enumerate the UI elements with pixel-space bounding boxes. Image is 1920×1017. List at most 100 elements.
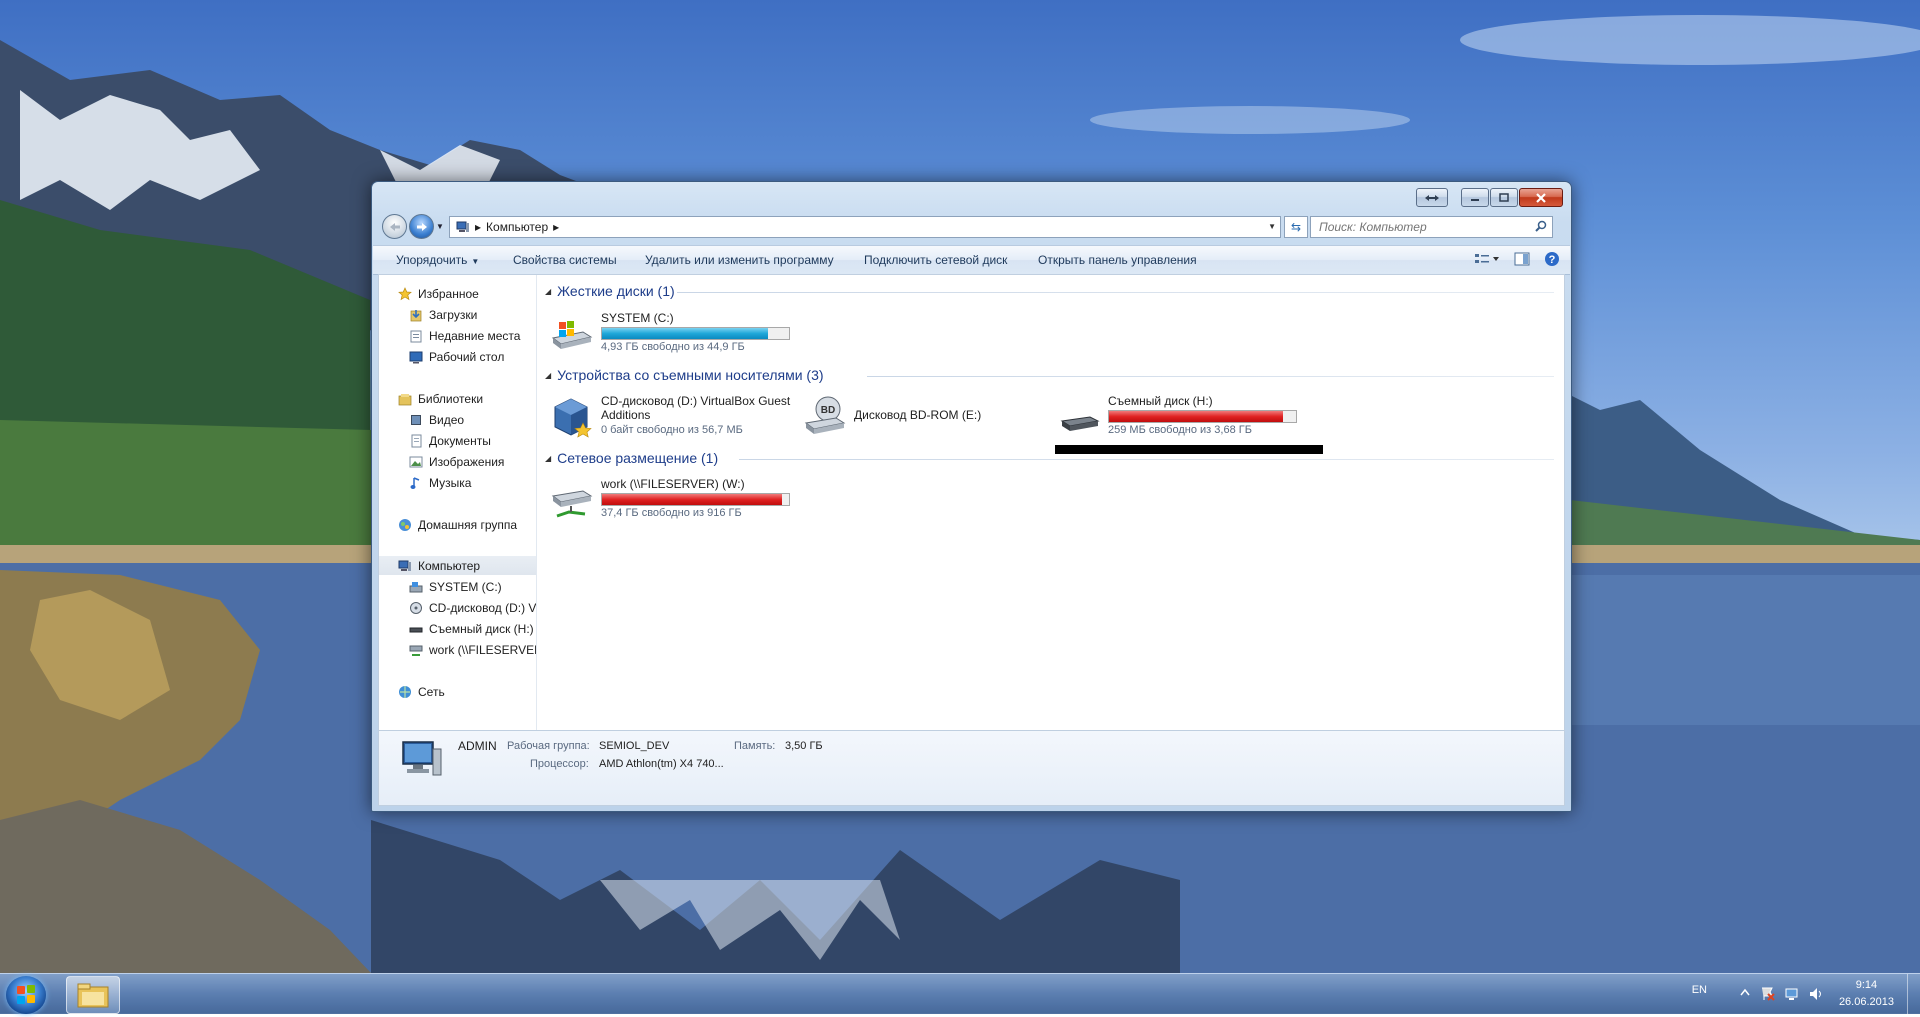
volume-icon[interactable] <box>1808 986 1824 1002</box>
breadcrumb-computer[interactable]: Компьютер <box>486 220 548 234</box>
organize-button[interactable]: Упорядочить ▼ <box>396 253 479 267</box>
nav-homegroup[interactable]: Домашняя группа <box>397 515 517 534</box>
minimize-button[interactable] <box>1461 188 1489 207</box>
close-icon <box>1536 192 1546 203</box>
address-row: ▼ ▸ Компьютер ▸ ▼ ⇆ <box>380 214 1563 240</box>
nav-pictures-label: Изображения <box>429 454 505 469</box>
show-desktop-button[interactable] <box>1907 974 1920 1014</box>
preview-pane-icon <box>1514 252 1530 266</box>
map-network-drive-button[interactable]: Подключить сетевой диск <box>864 253 1007 267</box>
system-drive-icon <box>551 321 593 349</box>
chevron-down-icon: ▼ <box>471 257 480 266</box>
network-status-icon[interactable] <box>1784 986 1800 1002</box>
pictures-icon <box>408 454 424 470</box>
network-icon <box>397 684 413 700</box>
workgroup-value: SEMIOL_DEV <box>599 740 670 752</box>
breadcrumb-separator[interactable]: ▸ <box>553 220 559 234</box>
action-center-icon[interactable] <box>1760 986 1776 1002</box>
uninstall-program-button[interactable]: Удалить или изменить программу <box>645 253 834 267</box>
nav-video[interactable]: Видео <box>408 410 464 429</box>
back-button[interactable] <box>382 214 407 239</box>
nav-favorites[interactable]: Избранное <box>397 284 479 303</box>
nav-favorites-label: Избранное <box>418 286 479 301</box>
workgroup-label: Рабочая группа: <box>507 740 590 752</box>
open-control-panel-button[interactable]: Открыть панель управления <box>1038 253 1197 267</box>
nav-computer[interactable]: Компьютер <box>379 556 536 575</box>
drive-tile-d[interactable]: CD-дисковод (D:) VirtualBox Guest Additi… <box>549 393 799 439</box>
address-bar[interactable]: ▸ Компьютер ▸ ▼ <box>449 216 1281 238</box>
nav-drive-c-label: SYSTEM (C:) <box>429 579 502 594</box>
usage-fill <box>602 494 782 505</box>
breadcrumb: ▸ Компьютер ▸ <box>456 220 559 234</box>
refresh-icon: ⇆ <box>1290 220 1302 234</box>
nav-drive-d[interactable]: CD-дисковод (D:) Vi <box>408 598 537 617</box>
nav-recent[interactable]: Недавние места <box>408 326 520 345</box>
drive-name-line1: CD-дисковод (D:) VirtualBox Guest <box>601 394 791 408</box>
nav-downloads[interactable]: Загрузки <box>408 305 477 324</box>
start-button[interactable] <box>6 976 46 1014</box>
taskbar-explorer-button[interactable] <box>66 976 120 1014</box>
drive-tile-e[interactable]: BD Дисковод BD-ROM (E:) <box>802 393 1002 439</box>
bd-rom-icon: BD <box>804 396 846 434</box>
minimize-icon <box>1471 198 1479 201</box>
back-arrow-icon <box>389 222 400 231</box>
drive-tile-c[interactable]: SYSTEM (C:) 4,93 ГБ свободно из 44,9 ГБ <box>549 310 799 356</box>
group-divider <box>677 292 1554 293</box>
view-options-icon <box>1475 254 1499 263</box>
help-button[interactable]: ? <box>1544 251 1560 270</box>
group-header-hard-disks[interactable]: ◢ Жесткие диски (1) <box>545 282 675 300</box>
group-title: Сетевое размещение (1) <box>557 450 719 466</box>
address-dropdown[interactable]: ▼ <box>1268 222 1276 231</box>
search-input[interactable] <box>1317 219 1531 235</box>
computer-icon <box>397 558 413 574</box>
close-button[interactable] <box>1519 188 1563 207</box>
swap-window-button[interactable] <box>1416 188 1448 207</box>
show-hidden-icons-icon[interactable] <box>1740 988 1750 996</box>
drive-usage-bar <box>1108 410 1297 423</box>
forward-button[interactable] <box>409 214 434 239</box>
recent-pages-dropdown[interactable]: ▼ <box>436 222 444 231</box>
maximize-button[interactable] <box>1490 188 1518 207</box>
music-icon <box>408 475 424 491</box>
nav-drive-h-label: Съемный диск (H:) <box>429 621 534 636</box>
breadcrumb-separator[interactable]: ▸ <box>475 220 481 234</box>
desktop-icon <box>408 349 424 365</box>
nav-drive-h[interactable]: Съемный диск (H:) <box>408 619 534 638</box>
star-icon <box>397 286 413 302</box>
system-properties-button[interactable]: Свойства системы <box>513 253 617 267</box>
view-buttons: ? <box>1474 251 1560 270</box>
nav-documents[interactable]: Документы <box>408 431 491 450</box>
nav-music[interactable]: Музыка <box>408 473 471 492</box>
nav-desktop[interactable]: Рабочий стол <box>408 347 504 366</box>
network-drive-icon <box>408 642 424 658</box>
clock[interactable]: 9:14 26.06.2013 <box>1839 977 1894 1011</box>
nav-network[interactable]: Сеть <box>397 682 445 701</box>
nav-pictures[interactable]: Изображения <box>408 452 504 471</box>
group-header-network[interactable]: ◢ Сетевое размещение (1) <box>545 449 718 467</box>
cpu-value: AMD Athlon(tm) X4 740... <box>599 758 724 770</box>
group-divider <box>867 376 1554 377</box>
nav-documents-label: Документы <box>429 433 491 448</box>
nav-computer-label: Компьютер <box>418 558 481 573</box>
search-box[interactable] <box>1310 216 1553 238</box>
preview-pane-button[interactable] <box>1514 252 1530 269</box>
nav-drive-w[interactable]: work (\\FILESERVER) <box>408 640 537 659</box>
maximize-icon <box>1499 193 1509 202</box>
drive-name: SYSTEM (C:) <box>601 311 674 325</box>
drive-name: Съемный диск (H:) <box>1108 394 1213 408</box>
nav-libraries[interactable]: Библиотеки <box>397 389 483 408</box>
drive-tile-h[interactable]: Съемный диск (H:) 259 МБ свободно из 3,6… <box>1056 393 1316 439</box>
group-header-removable[interactable]: ◢ Устройства со съемными носителями (3) <box>545 366 824 384</box>
nav-drive-c[interactable]: SYSTEM (C:) <box>408 577 502 596</box>
drive-usage-bar <box>601 327 790 340</box>
window-body: Избранное Загрузки Недавние места Рабочи… <box>378 274 1565 731</box>
drive-tile-w[interactable]: work (\\FILESERVER) (W:) 37,4 ГБ свободн… <box>549 476 799 522</box>
refresh-button[interactable]: ⇆ <box>1284 216 1308 238</box>
language-indicator[interactable]: EN <box>1692 984 1707 996</box>
nav-drive-d-label: CD-дисковод (D:) Vi <box>429 600 537 615</box>
help-icon: ? <box>1545 252 1559 266</box>
change-view-button[interactable] <box>1474 253 1500 268</box>
explorer-window: ▼ ▸ Компьютер ▸ ▼ ⇆ Упорядочить▼ Свойств… <box>371 181 1572 812</box>
nav-drive-w-label: work (\\FILESERVER) <box>429 642 537 657</box>
memory-value: 3,50 ГБ <box>785 740 823 752</box>
